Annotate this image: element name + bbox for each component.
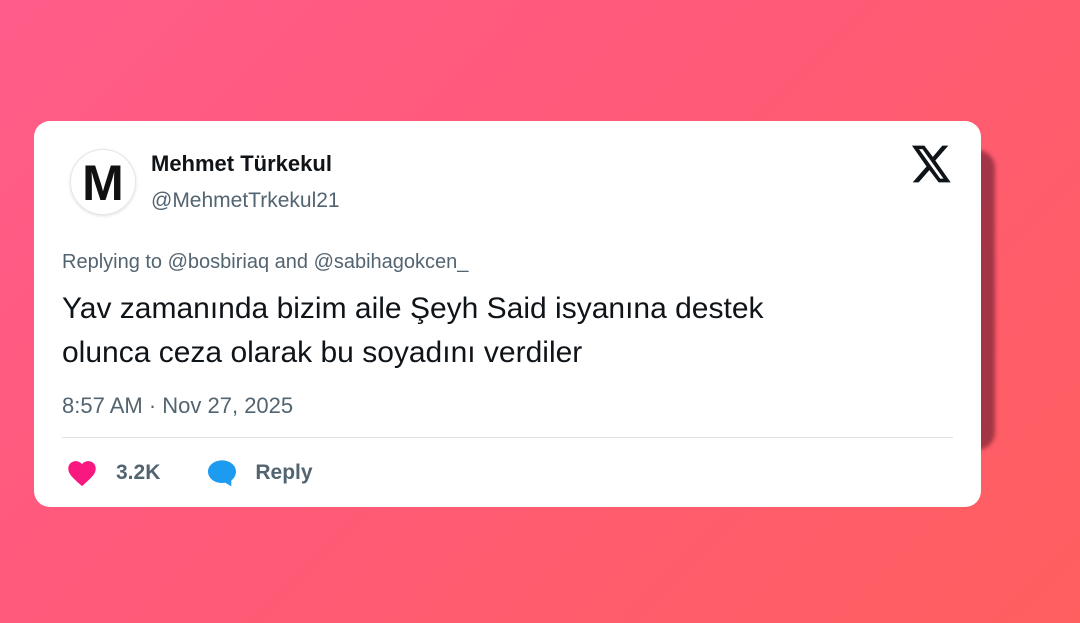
avatar-letter: M <box>82 155 124 211</box>
like-button[interactable]: 3.2K <box>66 457 160 489</box>
tweet-text: Yav zamanında bizim aile Şeyh Said isyan… <box>62 287 942 375</box>
reply-button[interactable]: Reply <box>206 457 313 489</box>
like-count: 3.2K <box>116 461 161 484</box>
avatar[interactable]: M <box>70 149 136 215</box>
timestamp[interactable]: 8:57 AM · Nov 27, 2025 <box>62 393 293 419</box>
x-logo-icon[interactable] <box>909 141 955 187</box>
heart-icon <box>66 457 98 489</box>
tweet-card[interactable]: M Mehmet Türkekul @MehmetTrkekul21 Reply… <box>34 121 981 507</box>
tweet-text-line-1: Yav zamanında bizim aile Şeyh Said isyan… <box>62 292 764 325</box>
speech-bubble-icon <box>206 457 238 489</box>
author-handle[interactable]: @MehmetTrkekul21 <box>151 189 340 213</box>
tweet-text-line-2: olunca ceza olarak bu soyadını verdiler <box>62 336 583 369</box>
author-display-name[interactable]: Mehmet Türkekul <box>151 151 332 177</box>
action-bar: 3.2K Reply <box>66 457 313 489</box>
divider <box>62 437 953 438</box>
reply-label: Reply <box>255 461 313 484</box>
replying-to: Replying to @bosbiriaq and @sabihagokcen… <box>62 251 469 273</box>
